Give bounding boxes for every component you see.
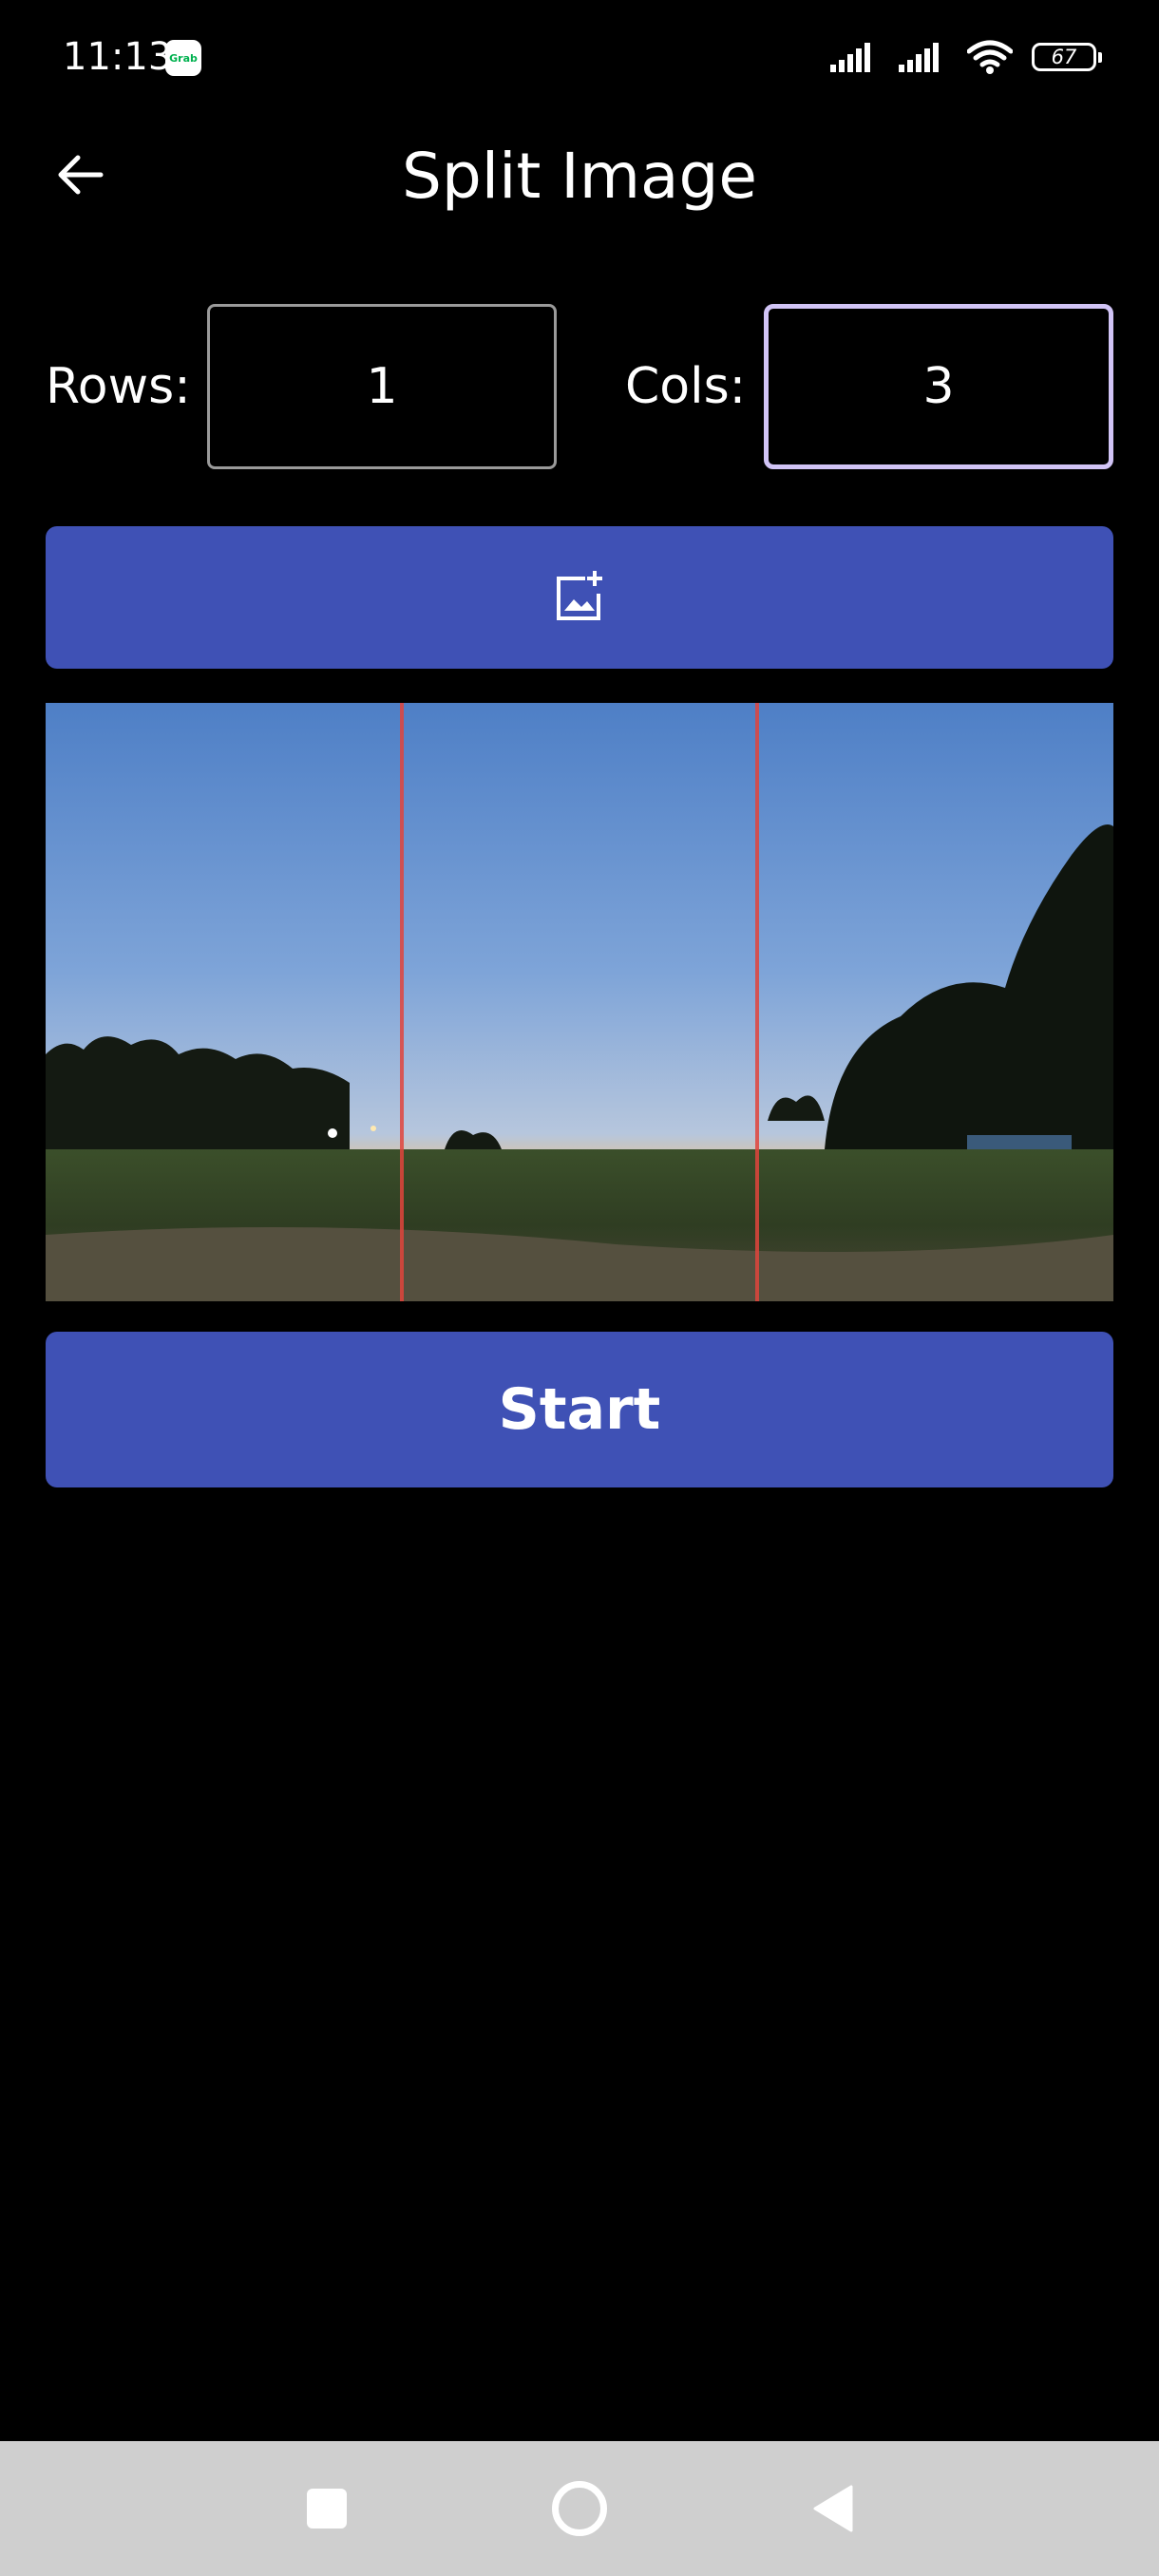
battery-icon: 67: [1032, 43, 1102, 71]
system-back-button[interactable]: [775, 2441, 889, 2576]
page-title: Split Image: [401, 140, 758, 213]
status-icons: 67: [830, 38, 1102, 76]
image-preview: [46, 703, 1113, 1301]
signal-icon: [830, 43, 870, 72]
recents-icon: [307, 2489, 347, 2529]
cols-input[interactable]: [764, 304, 1113, 469]
status-time: 11:13: [63, 35, 173, 79]
split-line: [400, 703, 404, 1301]
rows-label: Rows:: [46, 358, 191, 415]
sunset-photo: [46, 703, 1113, 1301]
battery-level: 67: [1051, 46, 1077, 68]
back-triangle-icon: [813, 2485, 853, 2532]
home-icon: [552, 2481, 607, 2536]
grab-notification-icon: Grab: [165, 40, 201, 76]
cols-label: Cols:: [625, 358, 747, 415]
add-image-button[interactable]: [46, 526, 1113, 669]
start-button[interactable]: Start: [46, 1332, 1113, 1487]
wifi-icon: [967, 40, 1013, 74]
recents-button[interactable]: [270, 2441, 384, 2576]
rows-input[interactable]: [207, 304, 557, 469]
status-bar: 11:13 Grab 67: [0, 0, 1159, 114]
home-button[interactable]: [522, 2441, 636, 2576]
navigation-bar: [0, 2441, 1159, 2576]
signal-icon: [899, 43, 939, 72]
add-photo-icon: [557, 571, 602, 620]
split-line: [755, 703, 759, 1301]
